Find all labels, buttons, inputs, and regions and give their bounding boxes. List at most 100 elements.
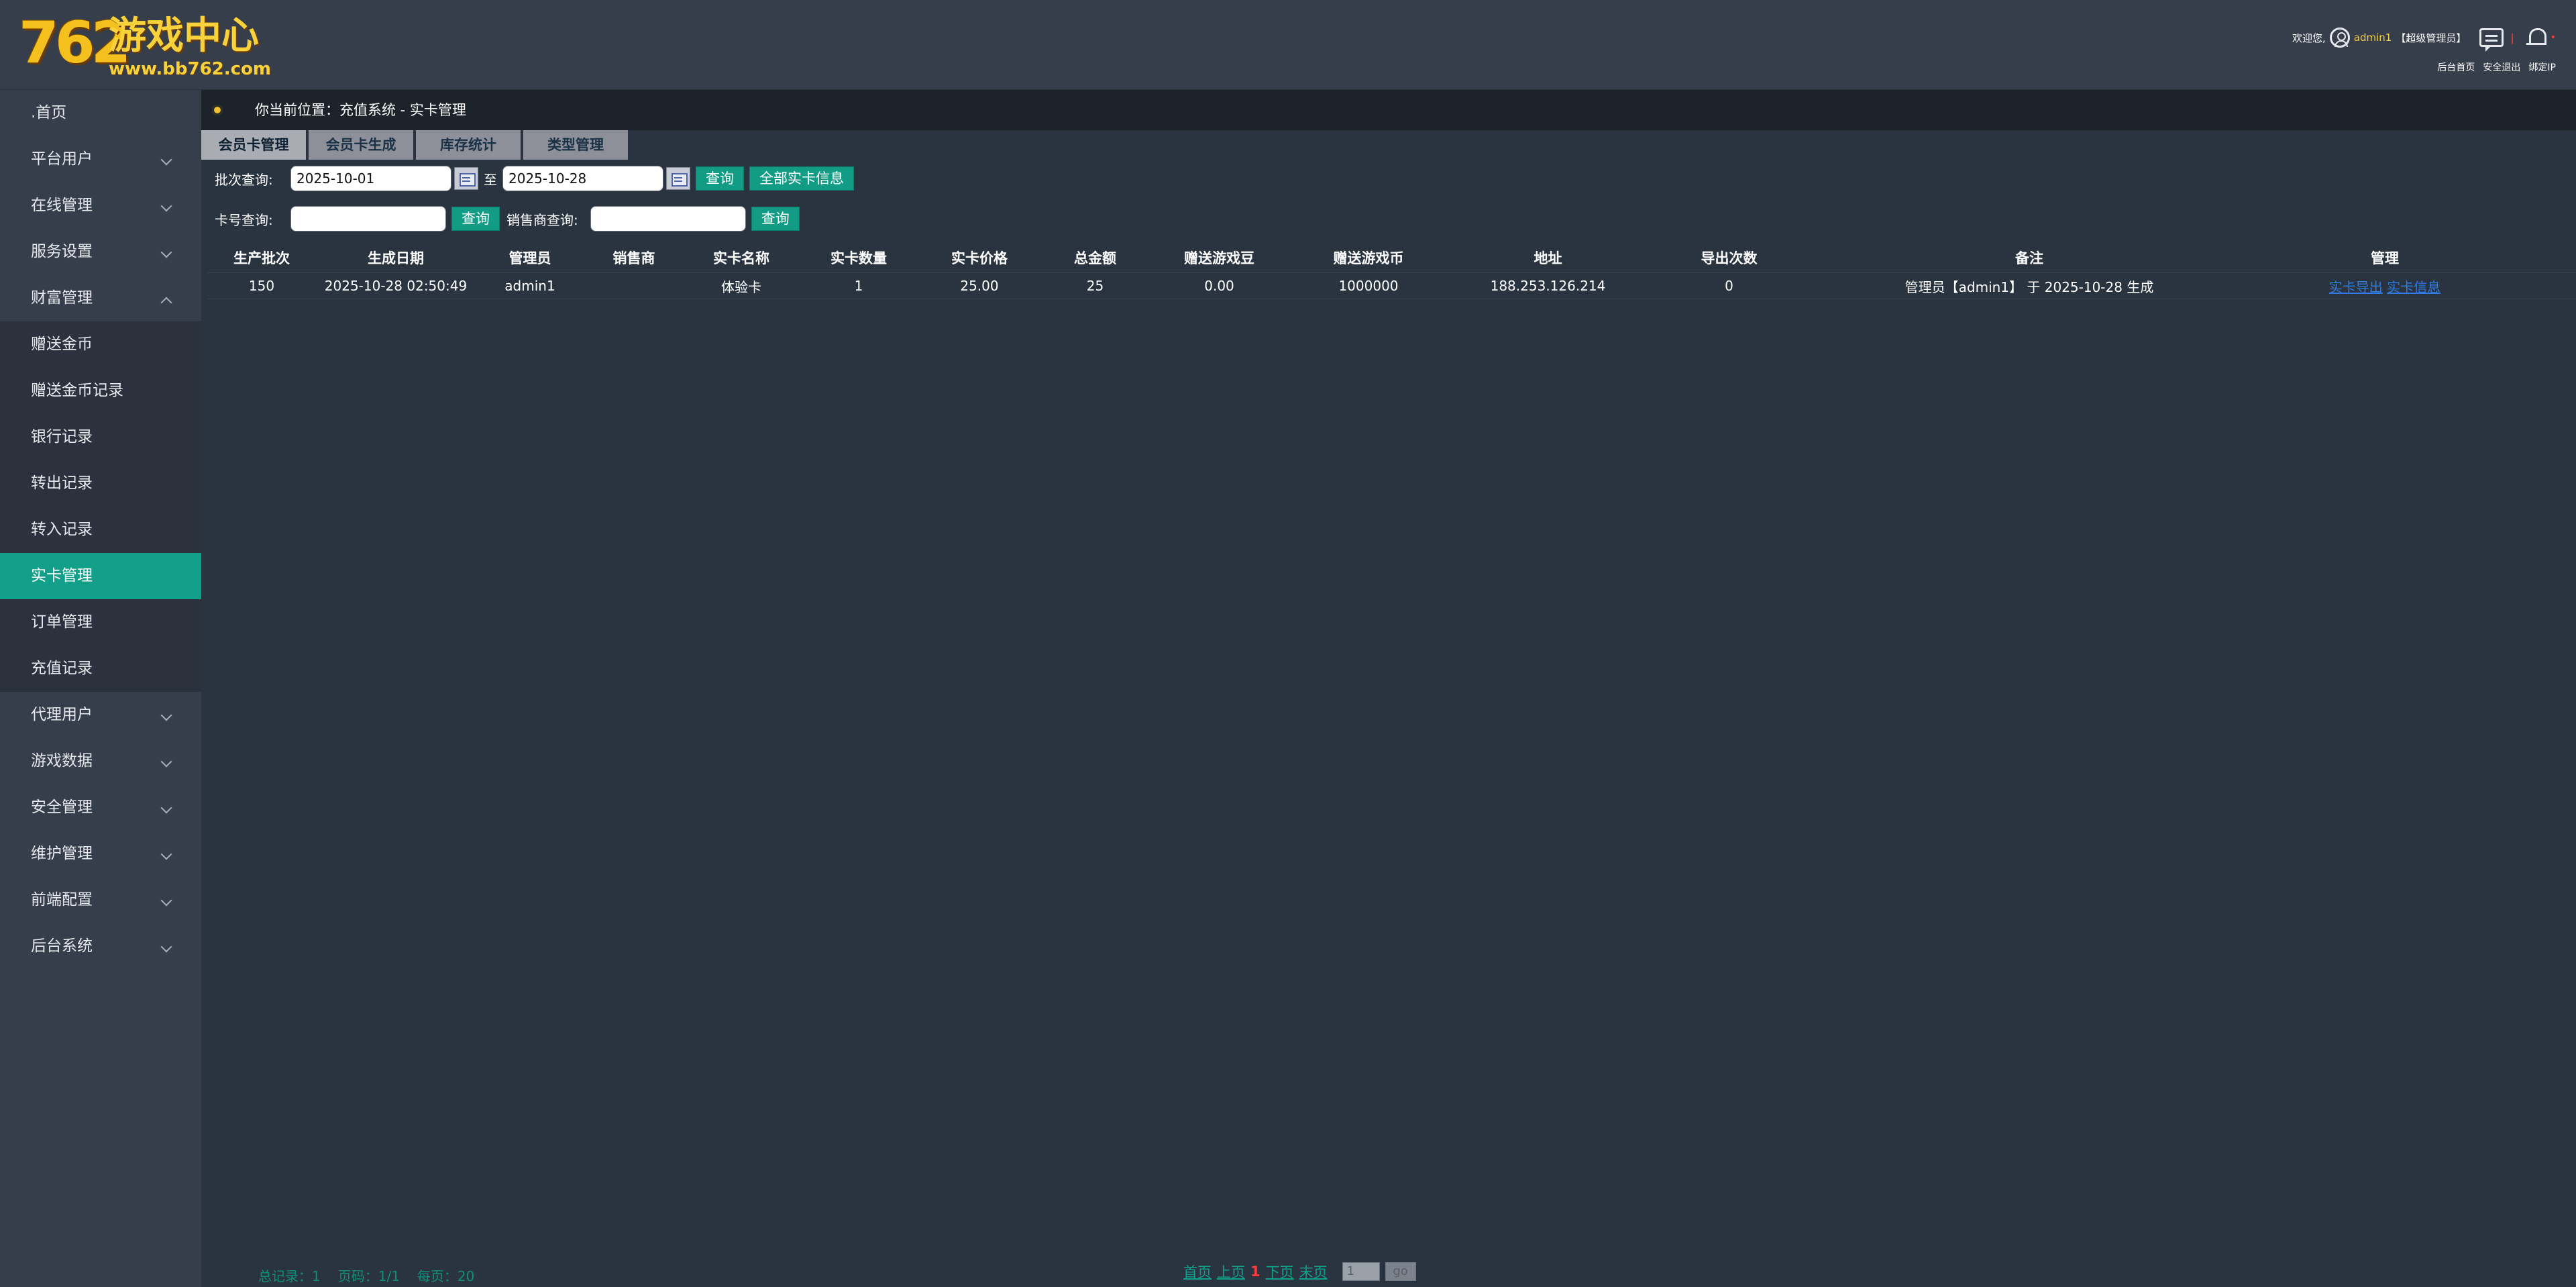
col-seller: 销售商 xyxy=(612,250,655,266)
col-date: 生成日期 xyxy=(368,250,424,266)
cell-bonus-beans: 0.00 xyxy=(1204,278,1234,294)
tab-bar: 会员卡管理 会员卡生成 库存统计 类型管理 xyxy=(201,130,628,160)
card-search-button[interactable]: 查询 xyxy=(451,207,500,231)
sidebar-item-label: 平台用户 xyxy=(31,150,93,168)
sidebar-item-maintenance[interactable]: 维护管理 xyxy=(0,831,201,877)
page-number-input[interactable]: 1 xyxy=(1342,1262,1380,1281)
seller-search-button[interactable]: 查询 xyxy=(751,207,800,231)
card-query-row: 卡号查询: 查询 销售商查询: 查询 xyxy=(215,204,800,234)
tab-inventory[interactable]: 库存统计 xyxy=(416,130,521,160)
sidebar-item-label: 安全管理 xyxy=(31,799,93,816)
sidebar-item-security[interactable]: 安全管理 xyxy=(0,784,201,831)
sidebar-item-label: 维护管理 xyxy=(31,845,93,862)
sidebar-item-online[interactable]: 在线管理 xyxy=(0,183,201,229)
notification-badge: • xyxy=(2550,32,2556,43)
total-records: 总记录：1 xyxy=(258,1268,321,1284)
username: admin1 xyxy=(2353,32,2392,44)
table-header: 生产批次 生成日期 管理员 销售商 实卡名称 实卡数量 实卡价格 总金额 赠送游… xyxy=(208,243,2576,272)
col-bonus-beans: 赠送游戏豆 xyxy=(1184,250,1254,266)
link-bind-ip[interactable]: 绑定IP xyxy=(2528,60,2556,74)
export-card-link[interactable]: 实卡导出 xyxy=(2329,279,2383,295)
sidebar-subitem-card-management[interactable]: 实卡管理 xyxy=(0,553,201,599)
sidebar-subitem-gift-coins[interactable]: 赠送金币 xyxy=(0,321,201,368)
card-info-link[interactable]: 实卡信息 xyxy=(2387,279,2440,295)
breadcrumb-text: 你当前位置：充值系统 - 实卡管理 xyxy=(255,102,466,118)
tab-card-management[interactable]: 会员卡管理 xyxy=(201,130,306,160)
sidebar-subitem-gift-coin-records[interactable]: 赠送金币记录 xyxy=(0,368,201,414)
sidebar-item-service[interactable]: 服务设置 xyxy=(0,229,201,275)
col-address: 地址 xyxy=(1534,250,1562,266)
cell-date: 2025-10-28 02:50:49 xyxy=(324,278,468,294)
sidebar-item-backend[interactable]: 后台系统 xyxy=(0,923,201,970)
tab-type-management[interactable]: 类型管理 xyxy=(523,130,628,160)
col-bonus-coins: 赠送游戏币 xyxy=(1333,250,1404,266)
user-role: 【超级管理员】 xyxy=(2396,32,2467,44)
cell-export-count: 0 xyxy=(1725,278,1733,294)
per-page-info: 每页：20 xyxy=(417,1268,475,1284)
top-header: 762 游戏中心 www.bb762.com 欢迎您, admin1 【超级管理… xyxy=(0,0,2576,90)
sidebar-subitem-bank-records[interactable]: 银行记录 xyxy=(0,414,201,460)
go-button[interactable]: go xyxy=(1385,1262,1416,1281)
page-info: 页码：1/1 xyxy=(337,1268,400,1284)
sidebar-item-game-data[interactable]: 游戏数据 xyxy=(0,738,201,784)
chevron-down-icon xyxy=(160,848,172,860)
cell-count: 1 xyxy=(854,278,863,294)
sidebar-item-wealth[interactable]: 财富管理 xyxy=(0,275,201,321)
sidebar-item-agents[interactable]: 代理用户 xyxy=(0,692,201,738)
sidebar-item-label: 服务设置 xyxy=(31,243,93,260)
message-icon[interactable] xyxy=(2479,28,2504,52)
sidebar-subitem-transfer-out[interactable]: 转出记录 xyxy=(0,460,201,507)
tab-card-generate[interactable]: 会员卡生成 xyxy=(309,130,413,160)
cell-batch: 150 xyxy=(248,278,275,294)
col-price: 实卡价格 xyxy=(951,250,1008,266)
calendar-icon[interactable] xyxy=(454,167,478,190)
seller-input[interactable] xyxy=(590,206,746,231)
sidebar-subitem-transfer-in[interactable]: 转入记录 xyxy=(0,507,201,553)
start-date-input[interactable] xyxy=(290,166,451,191)
next-page-link[interactable]: 下页 xyxy=(1266,1262,1294,1282)
chevron-down-icon xyxy=(160,709,172,721)
sidebar-subitem-orders[interactable]: 订单管理 xyxy=(0,599,201,646)
sidebar-subitem-recharge-records[interactable]: 充值记录 xyxy=(0,646,201,692)
calendar-icon[interactable] xyxy=(666,167,690,190)
bell-icon[interactable] xyxy=(2526,27,2546,48)
card-table: 生产批次 生成日期 管理员 销售商 实卡名称 实卡数量 实卡价格 总金额 赠送游… xyxy=(208,243,2576,299)
seller-query-label: 销售商查询: xyxy=(506,211,578,228)
chevron-down-icon xyxy=(160,200,172,212)
header-links: 后台首页 安全退出 绑定IP xyxy=(2437,60,2556,74)
first-page-link[interactable]: 首页 xyxy=(1183,1262,1212,1282)
cell-address: 188.253.126.214 xyxy=(1490,278,1606,294)
link-logout[interactable]: 安全退出 xyxy=(2483,60,2520,74)
prev-page-link[interactable]: 上页 xyxy=(1217,1262,1245,1282)
user-icon[interactable] xyxy=(2329,28,2350,48)
link-home[interactable]: 后台首页 xyxy=(2437,60,2475,74)
header-user-bar: 欢迎您, admin1 【超级管理员】 | • xyxy=(2292,24,2556,52)
site-logo[interactable]: 762 游戏中心 www.bb762.com xyxy=(19,12,271,79)
sidebar-item-frontend[interactable]: 前端配置 xyxy=(0,877,201,923)
sidebar-submenu-wealth: 赠送金币 赠送金币记录 银行记录 转出记录 转入记录 实卡管理 订单管理 充值记… xyxy=(0,321,201,692)
cell-card-name: 体验卡 xyxy=(721,278,761,295)
sidebar-item-platform-users[interactable]: 平台用户 xyxy=(0,136,201,183)
card-number-input[interactable] xyxy=(290,206,446,231)
last-page-link[interactable]: 末页 xyxy=(1299,1262,1328,1282)
batch-search-button[interactable]: 查询 xyxy=(696,166,744,191)
end-date-input[interactable] xyxy=(502,166,663,191)
chevron-down-icon xyxy=(160,802,172,814)
sidebar: .首页 平台用户 在线管理 服务设置 财富管理 赠送金币 赠送金币记录 银行记录… xyxy=(0,90,201,1287)
cell-note: 管理员【admin1】 于 2025-10-28 生成 xyxy=(1904,278,2154,295)
col-export-count: 导出次数 xyxy=(1701,250,1758,266)
table-row: 150 2025-10-28 02:50:49 admin1 体验卡 1 25.… xyxy=(208,272,2576,299)
cell-price: 25.00 xyxy=(960,278,999,294)
col-action: 管理 xyxy=(2371,250,2399,266)
cell-admin: admin1 xyxy=(504,278,555,294)
all-cards-button[interactable]: 全部实卡信息 xyxy=(749,166,854,191)
chevron-down-icon xyxy=(160,894,172,907)
col-total: 总金额 xyxy=(1074,250,1116,266)
sidebar-item-label: 游戏数据 xyxy=(31,752,93,770)
sidebar-item-home[interactable]: .首页 xyxy=(0,90,201,136)
chevron-down-icon xyxy=(160,154,172,166)
col-note: 备注 xyxy=(2015,250,2043,266)
divider: | xyxy=(2510,31,2514,44)
record-stats: 总记录：1 页码：1/1 每页：20 xyxy=(258,1266,474,1285)
cell-actions: 实卡导出 实卡信息 xyxy=(2247,276,2522,296)
